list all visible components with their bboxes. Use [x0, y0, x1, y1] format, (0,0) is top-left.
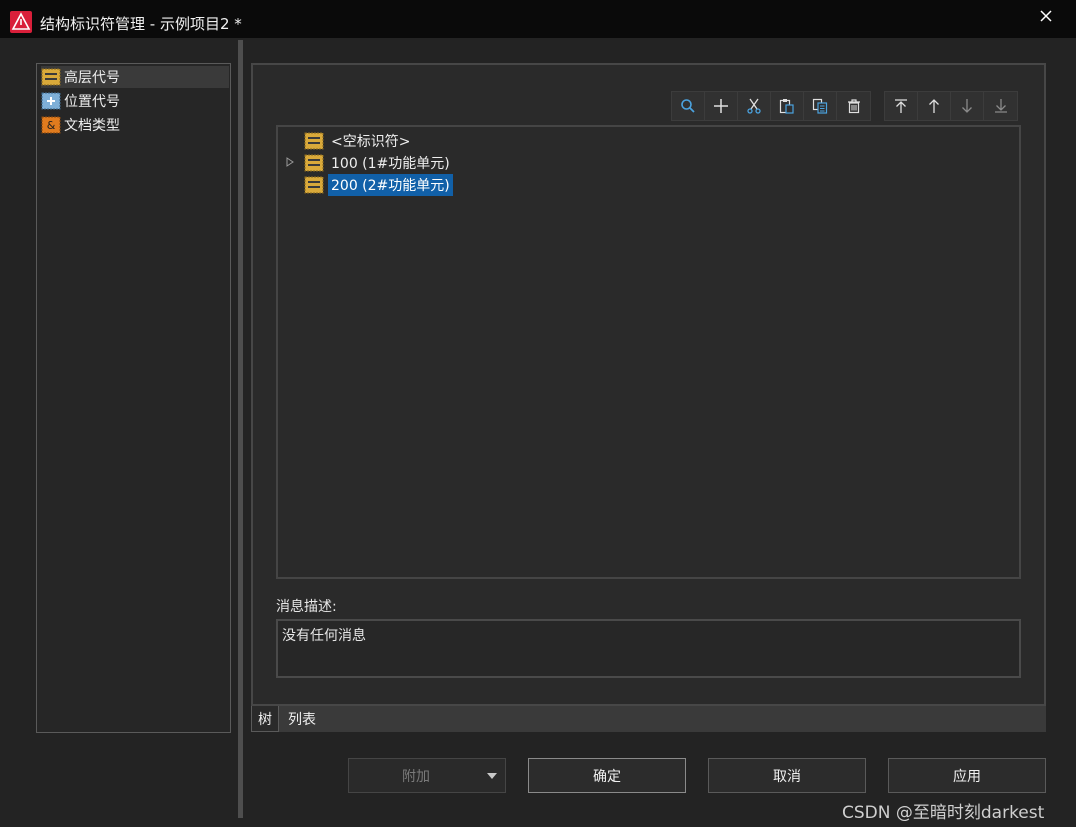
paste-button[interactable] — [771, 92, 804, 120]
tree-item-label: 100 (1#功能单元) — [331, 156, 450, 172]
add-icon — [714, 99, 728, 113]
tree-item-label: <空标识符> — [331, 134, 411, 150]
higher-level-icon — [304, 154, 324, 172]
delete-icon — [847, 99, 860, 114]
list-item-location[interactable]: 位置代号 — [41, 90, 229, 112]
view-tabs: 树 列表 — [251, 706, 1046, 732]
move-up-button[interactable] — [918, 92, 951, 120]
move-bottom-icon — [994, 99, 1007, 113]
edit-toolbar — [671, 91, 871, 121]
copy-icon — [812, 98, 828, 114]
list-item-higher-level[interactable]: 高层代号 — [41, 66, 229, 88]
move-up-icon — [929, 99, 939, 113]
higher-level-icon — [304, 176, 324, 194]
cut-button[interactable] — [738, 92, 771, 120]
expand-arrow-icon[interactable] — [285, 157, 295, 167]
search-button[interactable] — [672, 92, 705, 120]
watermark: CSDN @至暗时刻darkest — [842, 803, 1045, 823]
message-box: 没有任何消息 — [276, 619, 1021, 678]
location-icon — [41, 92, 61, 110]
tree-item-empty[interactable]: <空标识符> — [304, 130, 413, 152]
ok-button[interactable]: 确定 — [528, 758, 686, 793]
app-logo-icon — [10, 11, 32, 33]
tree-item-100[interactable]: 100 (1#功能单元) — [304, 152, 453, 174]
message-label: 消息描述: — [276, 599, 337, 615]
close-button[interactable] — [1030, 2, 1062, 30]
tree-item-label: 200 (2#功能单元) — [328, 174, 453, 196]
tree-item-200[interactable]: 200 (2#功能单元) — [304, 174, 453, 196]
title-bar: 结构标识符管理 - 示例项目2 * — [0, 0, 1076, 38]
document-type-icon: & — [41, 116, 61, 134]
tab-list[interactable]: 列表 — [282, 706, 322, 732]
search-icon — [681, 99, 695, 113]
chevron-down-icon — [487, 773, 497, 779]
paste-icon — [779, 99, 794, 114]
list-item-label: 位置代号 — [64, 94, 120, 110]
higher-level-icon — [41, 68, 61, 86]
copy-button[interactable] — [804, 92, 837, 120]
add-button[interactable] — [705, 92, 738, 120]
attach-button-label: 附加 — [402, 768, 430, 785]
window-title: 结构标识符管理 - 示例项目2 * — [40, 15, 242, 33]
attach-button[interactable]: 附加 — [348, 758, 506, 793]
list-item-document-type[interactable]: & 文档类型 — [41, 114, 229, 136]
move-bottom-button[interactable] — [984, 92, 1017, 120]
order-toolbar — [884, 91, 1018, 121]
delete-button[interactable] — [837, 92, 870, 120]
higher-level-icon — [304, 132, 324, 150]
move-down-button[interactable] — [951, 92, 984, 120]
move-top-button[interactable] — [885, 92, 918, 120]
apply-button[interactable]: 应用 — [888, 758, 1046, 793]
move-down-icon — [962, 99, 972, 113]
move-top-icon — [895, 99, 907, 113]
cancel-button[interactable]: 取消 — [708, 758, 866, 793]
identifier-tree[interactable]: <空标识符> 100 (1#功能单元) 200 (2#功能单元) — [276, 125, 1021, 579]
list-item-label: 高层代号 — [64, 70, 120, 86]
cut-icon — [747, 98, 761, 114]
close-icon — [1040, 10, 1052, 22]
tab-tree[interactable]: 树 — [251, 706, 279, 732]
structure-type-list[interactable]: 高层代号 位置代号 & 文档类型 — [36, 63, 231, 733]
svg-text:&: & — [47, 119, 56, 132]
panel-splitter[interactable] — [238, 40, 243, 818]
list-item-label: 文档类型 — [64, 118, 120, 134]
